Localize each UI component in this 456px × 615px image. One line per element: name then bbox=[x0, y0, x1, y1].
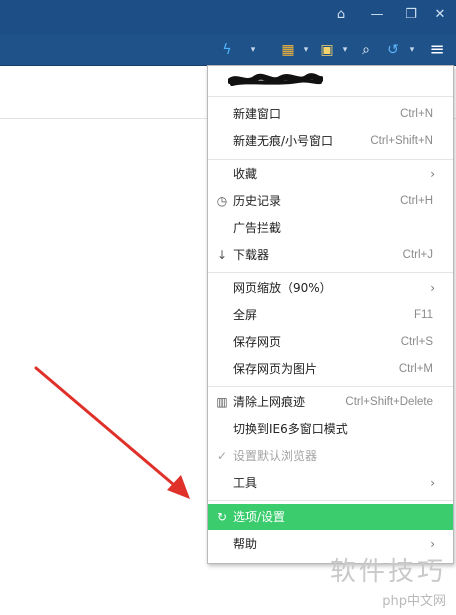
menu-item-label: 下载器 bbox=[233, 248, 270, 262]
menu-item-new-incognito-window[interactable]: 新建无痕/小号窗口 Ctrl+Shift+N bbox=[208, 128, 453, 154]
menu-separator bbox=[208, 159, 453, 160]
watermark-title: 软件技巧 bbox=[329, 557, 446, 587]
menu-separator bbox=[208, 500, 453, 501]
menu-item-label: 工具 bbox=[233, 476, 258, 490]
watermark: 软件技巧 php中文网 bbox=[330, 551, 446, 609]
menu-item-label: 网页缩放（90%） bbox=[233, 281, 332, 295]
menu-item-ad-block[interactable]: 广告拦截 bbox=[208, 215, 453, 241]
main-menu: 新建窗口 Ctrl+N 新建无痕/小号窗口 Ctrl+Shift+N 收藏 › … bbox=[207, 65, 454, 564]
shortcut-label: Ctrl+J bbox=[402, 249, 433, 261]
menu-item-clear-history[interactable]: ▥ 清除上网痕迹 Ctrl+Shift+Delete bbox=[208, 389, 453, 415]
menu-item-set-default-browser: ✓ 设置默认浏览器 bbox=[208, 443, 453, 469]
menu-item-favorites[interactable]: 收藏 › bbox=[208, 161, 453, 187]
menu-item-history[interactable]: ◷ 历史记录 Ctrl+H bbox=[208, 188, 453, 214]
shortcut-label: Ctrl+Shift+N bbox=[370, 135, 433, 147]
settings-icon: ↻ bbox=[216, 510, 228, 524]
shortcut-label: Ctrl+Shift+Delete bbox=[345, 396, 433, 408]
shortcut-label: Ctrl+H bbox=[400, 195, 433, 207]
shortcut-label: F11 bbox=[414, 309, 433, 321]
clock-icon: ◷ bbox=[216, 194, 228, 208]
shortcut-label: Ctrl+N bbox=[400, 108, 433, 120]
menu-item-new-window[interactable]: 新建窗口 Ctrl+N bbox=[208, 101, 453, 127]
menu-separator bbox=[208, 272, 453, 273]
trash-icon: ▥ bbox=[216, 395, 228, 409]
menu-item-save-page[interactable]: 保存网页 Ctrl+S bbox=[208, 329, 453, 355]
menu-item-ie6-mode[interactable]: 切换到IE6多窗口模式 bbox=[208, 416, 453, 442]
menu-separator bbox=[208, 96, 453, 97]
menu-item-tools[interactable]: 工具 › bbox=[208, 470, 453, 496]
shortcut-label: Ctrl+M bbox=[398, 363, 433, 375]
chevron-right-icon: › bbox=[430, 476, 435, 490]
download-icon: ↓ bbox=[216, 248, 228, 262]
menu-item-label: 帮助 bbox=[233, 537, 258, 551]
menu-item-label: 新建无痕/小号窗口 bbox=[233, 134, 334, 148]
menu-item-label: 设置默认浏览器 bbox=[233, 449, 318, 463]
menu-item-label: 广告拦截 bbox=[233, 221, 282, 235]
menu-item-label: 保存网页为图片 bbox=[233, 362, 318, 376]
check-icon: ✓ bbox=[216, 449, 228, 463]
redacted-username bbox=[228, 73, 323, 86]
menu-item-label: 切换到IE6多窗口模式 bbox=[233, 422, 348, 436]
menu-item-label: 全屏 bbox=[233, 308, 258, 322]
menu-separator bbox=[208, 386, 453, 387]
menu-item-downloader[interactable]: ↓ 下载器 Ctrl+J bbox=[208, 242, 453, 268]
shortcut-label: Ctrl+S bbox=[400, 336, 433, 348]
menu-item-label: 收藏 bbox=[233, 167, 258, 181]
menu-item-label: 保存网页 bbox=[233, 335, 282, 349]
menu-item-label: 清除上网痕迹 bbox=[233, 395, 306, 409]
menu-item-options-settings[interactable]: ↻ 选项/设置 bbox=[208, 504, 453, 530]
menu-item-label: 选项/设置 bbox=[233, 510, 286, 524]
menu-item-label: 历史记录 bbox=[233, 194, 282, 208]
menu-item-zoom[interactable]: 网页缩放（90%） › bbox=[208, 275, 453, 301]
chevron-right-icon: › bbox=[430, 281, 435, 295]
watermark-site: php中文网 bbox=[382, 594, 446, 609]
menu-item-fullscreen[interactable]: 全屏 F11 bbox=[208, 302, 453, 328]
chevron-right-icon: › bbox=[430, 167, 435, 181]
menu-item-save-page-as-image[interactable]: 保存网页为图片 Ctrl+M bbox=[208, 356, 453, 382]
menu-item-label: 新建窗口 bbox=[233, 107, 282, 121]
